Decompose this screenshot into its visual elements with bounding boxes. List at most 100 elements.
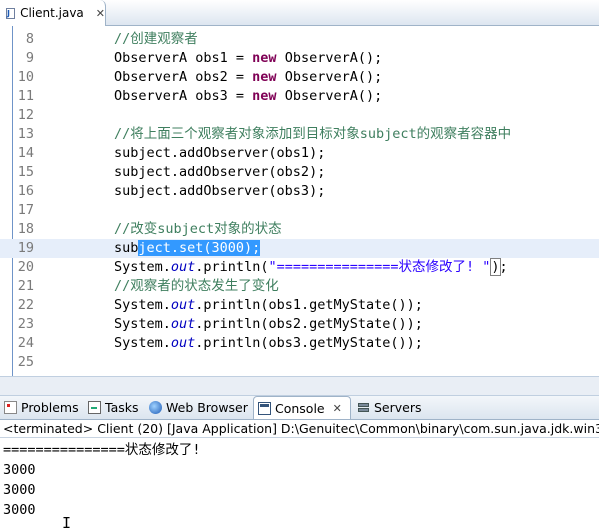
- code-text: ObserverA obs1 = new ObserverA();: [114, 49, 382, 68]
- code-token: //改变subject对象的状态: [114, 221, 282, 237]
- close-icon[interactable]: ✕: [96, 7, 105, 20]
- code-token: ;: [499, 259, 508, 275]
- code-token: new: [252, 88, 277, 104]
- code-token: //将上面三个观察者对象添加到目标对象subject的观察者容器中: [114, 126, 512, 142]
- console-output-line: 3000: [3, 462, 36, 478]
- line-number: 25: [17, 354, 34, 370]
- console-output-line: ===============状态修改了!: [3, 442, 201, 458]
- code-line[interactable]: 10 ObserverA obs2 = new ObserverA();: [0, 68, 599, 87]
- code-line[interactable]: 17: [0, 201, 599, 220]
- line-number: 23: [17, 316, 34, 332]
- code-token: out: [170, 316, 196, 332]
- code-token: subject.addObserver(obs2);: [114, 164, 326, 180]
- code-token: ObserverA();: [276, 50, 383, 66]
- tab-console[interactable]: Console ✕: [253, 396, 351, 419]
- code-text: System.out.println(obs1.getMyState());: [114, 296, 423, 315]
- code-token: subject.addObserver(obs3);: [114, 183, 326, 199]
- tab-web-browser[interactable]: Web Browser: [145, 396, 251, 419]
- code-line[interactable]: 15 subject.addObserver(obs2);: [0, 163, 599, 182]
- tab-tasks[interactable]: Tasks: [84, 396, 144, 419]
- line-number: 11: [17, 88, 34, 104]
- code-line[interactable]: 24 System.out.println(obs3.getMyState());: [0, 334, 599, 353]
- line-number: 21: [17, 278, 34, 294]
- code-line[interactable]: 8 //创建观察者: [0, 30, 599, 49]
- tab-label: Web Browser: [166, 400, 248, 415]
- code-token: out: [170, 297, 196, 313]
- code-text: //改变subject对象的状态: [114, 220, 282, 239]
- line-number: 18: [17, 221, 34, 237]
- code-line[interactable]: 25: [0, 353, 599, 372]
- code-line[interactable]: 14 subject.addObserver(obs1);: [0, 144, 599, 163]
- code-text: subject.addObserver(obs1);: [114, 144, 325, 163]
- web-browser-icon: [149, 401, 162, 414]
- line-number: 15: [17, 164, 34, 180]
- code-line[interactable]: 22 System.out.println(obs1.getMyState());: [0, 296, 599, 315]
- code-text: subject.addObserver(obs3);: [114, 182, 325, 201]
- code-token: System.: [114, 316, 171, 332]
- tab-label: Servers: [374, 400, 422, 415]
- console-output-line: 3000: [3, 482, 36, 498]
- text-cursor-icon: I: [62, 514, 72, 532]
- code-line[interactable]: 16 subject.addObserver(obs3);: [0, 182, 599, 201]
- code-text: System.out.println(obs2.getMyState());: [114, 315, 423, 334]
- code-line[interactable]: 19 subject.set(3000);: [0, 239, 599, 258]
- code-token: sub: [114, 240, 139, 256]
- line-number: 20: [17, 259, 34, 275]
- code-token: System.: [114, 297, 171, 313]
- editor-tab-title: Client.java: [20, 6, 84, 20]
- line-number: 19: [17, 240, 34, 256]
- code-token: ObserverA obs2 =: [114, 69, 253, 85]
- code-text: subject.addObserver(obs2);: [114, 163, 325, 182]
- code-token: //创建观察者: [114, 31, 198, 47]
- code-token: ): [490, 258, 501, 276]
- line-number: 22: [17, 297, 34, 313]
- code-text: ObserverA obs2 = new ObserverA();: [114, 68, 382, 87]
- editor-tab-bar: J Client.java ✕: [0, 0, 599, 26]
- code-token: out: [170, 335, 196, 351]
- tab-label: Tasks: [105, 400, 139, 415]
- code-token: new: [252, 50, 277, 66]
- tab-problems[interactable]: Problems: [0, 396, 82, 419]
- views-tab-bar: Problems Tasks Web Browser Console ✕ Servers: [0, 396, 599, 420]
- code-token: .println(obs2.getMyState());: [195, 316, 423, 332]
- code-token: new: [252, 69, 277, 85]
- code-token: System.: [114, 335, 171, 351]
- code-token: .println(obs3.getMyState());: [195, 335, 423, 351]
- code-line[interactable]: 12: [0, 106, 599, 125]
- code-token: .println(: [195, 259, 269, 275]
- code-line[interactable]: 11 ObserverA obs3 = new ObserverA();: [0, 87, 599, 106]
- code-text: //将上面三个观察者对象添加到目标对象subject的观察者容器中: [114, 125, 511, 144]
- code-text: System.out.println("===============状态修改了…: [114, 258, 508, 277]
- code-text: System.out.println(obs3.getMyState());: [114, 334, 423, 353]
- code-line[interactable]: 13 //将上面三个观察者对象添加到目标对象subject的观察者容器中: [0, 125, 599, 144]
- code-token: ject.set(3000);: [138, 240, 261, 256]
- tab-servers[interactable]: Servers: [353, 396, 431, 419]
- code-line[interactable]: 20 System.out.println("===============状态修…: [0, 258, 599, 277]
- code-token: ObserverA();: [276, 69, 383, 85]
- console-output-line: 3000: [3, 502, 36, 518]
- editor-tab-client-java[interactable]: J Client.java ✕: [0, 0, 106, 26]
- console-icon: [258, 401, 271, 415]
- tab-label: Problems: [21, 400, 79, 415]
- code-editor[interactable]: 8 //创建观察者 9 ObserverA obs1 = new ObserverA(…: [0, 26, 599, 376]
- tab-label: Console: [275, 400, 325, 416]
- java-file-icon: J: [6, 7, 15, 19]
- console-output[interactable]: ===============状态修改了! 3000 3000 3000: [0, 438, 599, 531]
- line-number: 8: [25, 31, 34, 47]
- code-text: //观察者的状态发生了变化: [114, 277, 279, 296]
- code-text: subject.set(3000);: [114, 239, 261, 258]
- code-text: //创建观察者: [114, 30, 198, 49]
- code-line[interactable]: 18 //改变subject对象的状态: [0, 220, 599, 239]
- code-token: ObserverA();: [276, 88, 383, 104]
- code-token: System.: [114, 259, 171, 275]
- code-line[interactable]: 23 System.out.println(obs2.getMyState());: [0, 315, 599, 334]
- code-line[interactable]: 9 ObserverA obs1 = new ObserverA();: [0, 49, 599, 68]
- line-number: 14: [17, 145, 34, 161]
- close-icon[interactable]: ✕: [333, 402, 342, 415]
- editor-console-divider[interactable]: [0, 376, 599, 396]
- line-number: 9: [25, 50, 34, 66]
- code-text: ObserverA obs3 = new ObserverA();: [114, 87, 382, 106]
- code-line[interactable]: 21 //观察者的状态发生了变化: [0, 277, 599, 296]
- code-token: ObserverA obs3 =: [114, 88, 253, 104]
- servers-icon: [357, 401, 370, 414]
